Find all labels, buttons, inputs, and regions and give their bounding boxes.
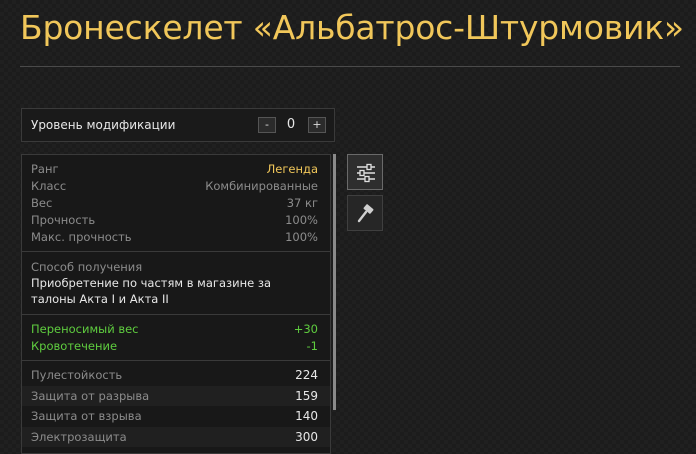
explosion-protection-label: Защита от взрыва	[31, 409, 142, 423]
increase-modification-button[interactable]: +	[308, 117, 326, 133]
explosion-protection-value: 140	[295, 409, 318, 423]
rank-row: Ранг Легенда	[22, 161, 330, 178]
title-divider	[20, 66, 680, 67]
durability-row: Прочность 100%	[22, 212, 330, 229]
bleeding-label: Кровотечение	[31, 339, 118, 353]
modification-level-label: Уровень модификации	[31, 118, 176, 132]
class-value: Комбинированные	[205, 179, 318, 193]
modification-level-panel: Уровень модификации - 0 +	[21, 108, 335, 142]
stat-row: Пулестойкость 224	[22, 365, 330, 386]
modification-level-value: 0	[286, 117, 296, 132]
electro-protection-value: 300	[295, 429, 318, 444]
electro-protection-label: Электрозащита	[31, 429, 127, 444]
stats-scrollbar[interactable]	[333, 154, 336, 410]
rank-value: Легенда	[266, 162, 318, 176]
rupture-protection-label: Защита от разрыва	[31, 388, 150, 403]
durability-label: Прочность	[31, 213, 96, 227]
decrease-modification-button[interactable]: -	[258, 117, 276, 133]
acquisition-section: Способ получения Приобретение по частям …	[22, 252, 330, 315]
max-durability-label: Макс. прочность	[31, 230, 132, 244]
stat-row: Электрозащита 300	[22, 427, 330, 448]
weight-label: Вес	[31, 196, 53, 210]
stat-row: Защита от разрыва 159	[22, 386, 330, 407]
info-section: Ранг Легенда Класс Комбинированные Вес 3…	[22, 155, 330, 252]
acquisition-text: Приобретение по частям в магазине за тал…	[31, 276, 271, 306]
acquisition-title: Способ получения	[31, 260, 143, 274]
max-durability-row: Макс. прочность 100%	[22, 229, 330, 246]
protection-stats-section: Пулестойкость 224 Защита от разрыва 159 …	[22, 361, 330, 447]
item-stats-panel: Ранг Легенда Класс Комбинированные Вес 3…	[21, 154, 331, 454]
carry-weight-value: +30	[293, 322, 318, 336]
carry-weight-label: Переносимый вес	[31, 322, 139, 336]
bonuses-section: Переносимый вес +30 Кровотечение -1	[22, 315, 330, 361]
item-title: Бронескелет «Альбатрос-Штурмовик»	[20, 8, 684, 47]
rank-label: Ранг	[31, 162, 59, 176]
class-row: Класс Комбинированные	[22, 178, 330, 195]
rupture-protection-value: 159	[295, 388, 318, 403]
class-label: Класс	[31, 179, 67, 193]
durability-value: 100%	[285, 213, 318, 227]
bonus-row: Кровотечение -1	[22, 338, 330, 355]
modifications-button[interactable]	[347, 154, 383, 190]
repair-button[interactable]	[347, 195, 383, 231]
bleeding-value: -1	[306, 339, 318, 353]
bullet-resistance-label: Пулестойкость	[31, 368, 123, 382]
max-durability-value: 100%	[285, 230, 318, 244]
bullet-resistance-value: 224	[295, 368, 318, 382]
weight-value: 37 кг	[286, 196, 318, 210]
weight-row: Вес 37 кг	[22, 195, 330, 212]
bonus-row: Переносимый вес +30	[22, 321, 330, 338]
stat-row: Защита от взрыва 140	[22, 406, 330, 427]
